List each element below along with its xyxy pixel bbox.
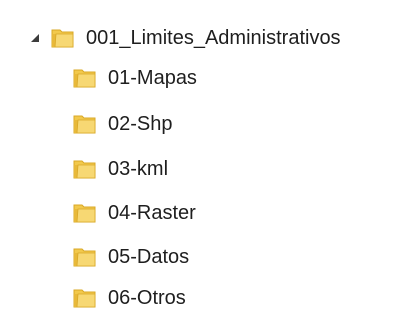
tree-item-label: 02-Shp bbox=[108, 113, 173, 135]
tree-item-label: 04-Raster bbox=[108, 202, 196, 224]
folder-icon bbox=[72, 156, 98, 182]
tree-item-root[interactable]: 001_Limites_Administrativos bbox=[30, 18, 341, 58]
tree-item-label: 001_Limites_Administrativos bbox=[86, 27, 341, 49]
folder-tree: 001_Limites_Administrativos 01-Mapas 02-… bbox=[0, 0, 415, 309]
folder-icon bbox=[72, 65, 98, 91]
tree-item-06-otros[interactable]: 06-Otros bbox=[72, 278, 186, 318]
folder-icon bbox=[72, 244, 98, 270]
expanded-triangle-icon[interactable] bbox=[30, 33, 40, 43]
tree-item-label: 01-Mapas bbox=[108, 67, 197, 89]
folder-icon bbox=[72, 200, 98, 226]
folder-icon bbox=[72, 285, 98, 311]
tree-item-02-shp[interactable]: 02-Shp bbox=[72, 104, 173, 144]
tree-item-05-datos[interactable]: 05-Datos bbox=[72, 237, 189, 277]
folder-icon bbox=[50, 25, 76, 51]
tree-item-03-kml[interactable]: 03-kml bbox=[72, 149, 168, 189]
tree-item-label: 06-Otros bbox=[108, 287, 186, 309]
tree-item-label: 05-Datos bbox=[108, 246, 190, 268]
tree-item-label: 03-kml bbox=[108, 158, 169, 180]
tree-item-04-raster[interactable]: 04-Raster bbox=[72, 193, 196, 233]
tree-item-01-mapas[interactable]: 01-Mapas bbox=[72, 58, 197, 98]
folder-icon bbox=[72, 111, 98, 137]
